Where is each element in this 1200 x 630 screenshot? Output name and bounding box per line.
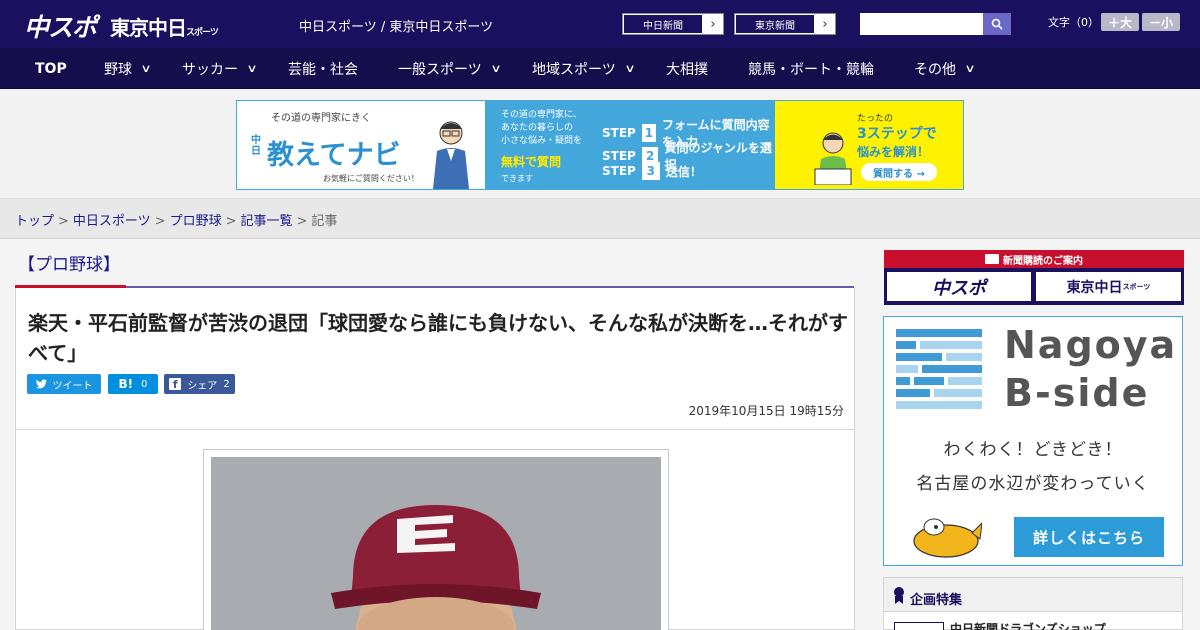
feature-section: 企画特集 中日新聞ドラゴンズショップ	[883, 577, 1183, 630]
hatena-icon: B!	[118, 377, 134, 391]
search-icon	[991, 18, 1003, 30]
chevron-right-icon: ›	[710, 16, 716, 32]
ribbon-icon	[894, 587, 904, 604]
category-title: 【プロ野球】	[18, 255, 120, 275]
chevron-down-icon: ∨	[624, 62, 636, 75]
subscription-box[interactable]: 新聞購読のご案内 中スポ 東京中日 スポーツ	[884, 250, 1184, 305]
nav-item-soccer[interactable]: サッカー ∨	[182, 48, 258, 89]
nagoya-details-button[interactable]: 詳しくはこちら	[1014, 517, 1164, 557]
breadcrumb-chuspo[interactable]: 中日スポーツ	[73, 214, 151, 229]
breadcrumb: トップ > 中日スポーツ > プロ野球 > 記事一覧 > 記事	[15, 214, 338, 229]
chevron-down-icon: ∨	[246, 62, 258, 75]
facebook-icon: f	[169, 378, 182, 391]
site-name: 中日スポーツ / 東京中日スポーツ	[299, 20, 494, 35]
nagoya-bside-ad[interactable]: Nagoya B-side わくわく！どきどき！ 名古屋の水辺が変わっていく 詳…	[883, 316, 1183, 566]
banner-note: お気軽にご質問ください！	[323, 174, 419, 183]
search-input[interactable]	[860, 13, 983, 35]
banner-free-text: 無料で質問	[501, 155, 562, 169]
breadcrumb-top[interactable]: トップ	[15, 214, 54, 229]
person-laptop-illustration	[814, 132, 852, 185]
feature-item-dragons-shop[interactable]: 中日新聞ドラゴンズショップ	[950, 620, 1106, 630]
nav-item-entertainment[interactable]: 芸能・社会	[288, 48, 358, 89]
breadcrumb-article-list[interactable]: 記事一覧	[241, 214, 293, 229]
facebook-share-button[interactable]: f シェア 2	[164, 374, 235, 394]
nav-item-baseball[interactable]: 野球 ∨	[104, 48, 152, 89]
dragons-shop-thumbnail[interactable]	[894, 622, 944, 630]
nav-item-others[interactable]: その他 ∨	[914, 48, 976, 89]
nav-item-local-sports[interactable]: 地域スポーツ ∨	[532, 48, 636, 89]
nav-item-sumo[interactable]: 大相撲	[666, 48, 708, 89]
twitter-icon	[35, 379, 47, 389]
nagoya-bside-title: Nagoya B-side	[1004, 323, 1178, 415]
banner-title: 教えてナビ	[267, 140, 401, 171]
font-size-increase-button[interactable]: ＋大	[1101, 13, 1139, 31]
chuspo-logo[interactable]: 中スポ	[24, 8, 97, 44]
font-size-decrease-button[interactable]: －小	[1142, 13, 1180, 31]
article-title: 楽天・平石前監督が苦渋の退団「球団愛なら誰にも負けない、そんな私が決断を…それが…	[28, 311, 848, 365]
article: 楽天・平石前監督が苦渋の退団「球団愛なら誰にも負けない、そんな私が決断を…それが…	[15, 288, 855, 630]
banner-tagline: その道の専門家にきく	[271, 113, 371, 124]
nav-item-top[interactable]: TOP	[35, 48, 67, 89]
article-photo-frame	[203, 449, 669, 630]
hatena-bookmark-button[interactable]: B! 0	[108, 374, 158, 394]
brick-wall-logo	[896, 329, 982, 409]
breadcrumb-pro-baseball[interactable]: プロ野球	[170, 214, 222, 229]
banner-question-button[interactable]: 質問する →	[861, 163, 937, 181]
chevron-down-icon: ∨	[490, 62, 502, 75]
player-portrait	[211, 457, 661, 630]
tokyo-shimbun-link[interactable]: 東京新聞 ›	[734, 13, 836, 35]
newspaper-icon	[985, 254, 999, 264]
tweet-button[interactable]: ツイート	[27, 374, 101, 394]
banner-step-3: STEP 3 送信！	[602, 162, 702, 180]
breadcrumb-current: 記事	[311, 214, 338, 229]
font-size-label: 文字（0）	[1048, 16, 1099, 29]
nagoya-tagline: わくわく！どきどき！	[943, 440, 1123, 460]
oshiete-navi-banner[interactable]: その道の専門家にきく 中日 教えてナビ お気軽にご質問ください！ その道の専門家…	[236, 100, 964, 190]
shrimp-mascot-icon	[913, 518, 982, 558]
expert-illustration	[433, 121, 469, 189]
article-photo[interactable]	[211, 457, 661, 630]
chunichi-shimbun-link[interactable]: 中日新聞 ›	[622, 13, 724, 35]
nav-item-general-sports[interactable]: 一般スポーツ ∨	[398, 48, 502, 89]
chevron-right-icon: ›	[822, 16, 828, 32]
chevron-down-icon: ∨	[140, 62, 152, 75]
tokyo-chunichi-logo[interactable]: 東京中日スポーツ	[110, 12, 219, 41]
site-header: 中スポ 東京中日スポーツ 中日スポーツ / 東京中日スポーツ 中日新聞 › 東京…	[0, 0, 1200, 48]
article-date: 2019年10月15日 19時15分	[688, 404, 844, 418]
subscription-heading: 新聞購読のご案内	[884, 250, 1184, 268]
chevron-down-icon: ∨	[964, 62, 976, 75]
search-button[interactable]	[983, 13, 1011, 35]
banner-chunichi: 中日	[251, 135, 261, 157]
tokyo-chunichi-subscription-logo[interactable]: 東京中日 スポーツ	[1036, 272, 1181, 301]
banner-description: その道の専門家に、 あなたの暮らしの 小さな悩み・疑問を	[501, 110, 583, 146]
main-nav: TOP 野球 ∨ サッカー ∨ 芸能・社会 一般スポーツ ∨ 地域スポーツ ∨ 大相撲 …	[0, 48, 1200, 89]
banner-three-steps: 3ステップで	[857, 126, 937, 142]
chuspo-subscription-logo[interactable]: 中スポ	[887, 272, 1031, 301]
feature-title: 企画特集	[910, 593, 963, 608]
nav-item-racing[interactable]: 競馬・ボート・競輪	[748, 48, 874, 89]
nagoya-subtitle: 名古屋の水辺が変わっていく	[916, 474, 1150, 494]
